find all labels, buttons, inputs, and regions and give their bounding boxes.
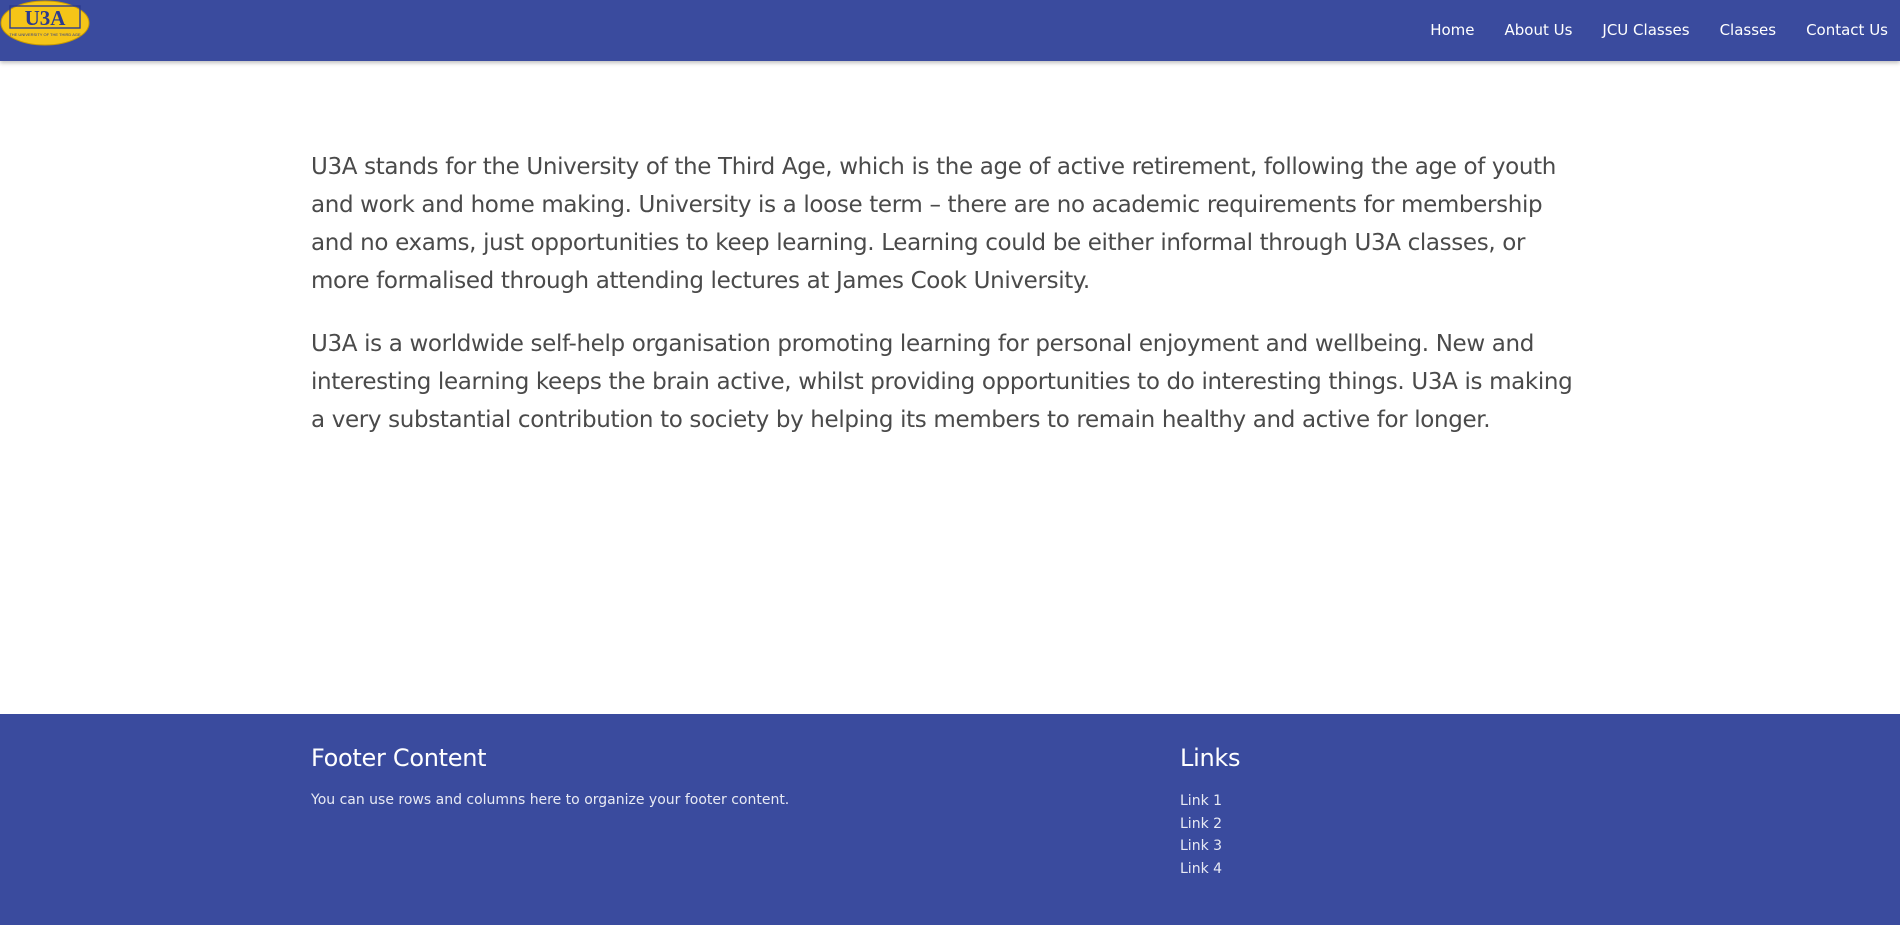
footer-link-3[interactable]: Link 3 xyxy=(1180,838,1222,854)
u3a-logo: U3A THE UNIVERSITY OF THE THIRD AGE xyxy=(0,0,90,46)
footer-content-title: Footer Content xyxy=(311,744,487,772)
main-nav: Home About Us JCU Classes Classes Contac… xyxy=(1400,0,1888,59)
footer-content-column: Footer Content You can use rows and colu… xyxy=(311,742,1011,810)
nav-link-home[interactable]: Home xyxy=(1430,21,1474,39)
footer-content-text: You can use rows and columns here to org… xyxy=(311,792,790,808)
nav-link-classes[interactable]: Classes xyxy=(1720,21,1777,39)
logo-text: U3A xyxy=(25,6,67,30)
nav-link-about-us[interactable]: About Us xyxy=(1504,21,1572,39)
footer-links-column: Links Link 1 Link 2 Link 3 Link 4 xyxy=(1180,742,1580,880)
footer-link-2[interactable]: Link 2 xyxy=(1180,816,1222,832)
page-footer: Footer Content You can use rows and colu… xyxy=(0,714,1900,925)
footer-links-list: Link 1 Link 2 Link 3 Link 4 xyxy=(1180,790,1580,880)
footer-link-4[interactable]: Link 4 xyxy=(1180,861,1222,877)
footer-link-item: Link 1 xyxy=(1180,790,1580,813)
footer-links-title: Links xyxy=(1180,744,1241,772)
footer-link-1[interactable]: Link 1 xyxy=(1180,793,1222,809)
footer-link-item: Link 4 xyxy=(1180,858,1580,881)
intro-paragraph: U3A stands for the University of the Thi… xyxy=(311,154,1557,294)
nav-link-jcu-classes[interactable]: JCU Classes xyxy=(1602,21,1689,39)
footer-link-item: Link 3 xyxy=(1180,835,1580,858)
footer-link-item: Link 2 xyxy=(1180,813,1580,836)
nav-link-contact-us[interactable]: Contact Us xyxy=(1806,21,1888,39)
logo-subtitle: THE UNIVERSITY OF THE THIRD AGE xyxy=(9,32,81,37)
main-content: U3A stands for the University of the Thi… xyxy=(311,148,1576,464)
top-navbar: U3A THE UNIVERSITY OF THE THIRD AGE Home… xyxy=(0,0,1900,61)
mission-paragraph: U3A is a worldwide self-help organisatio… xyxy=(311,331,1573,433)
